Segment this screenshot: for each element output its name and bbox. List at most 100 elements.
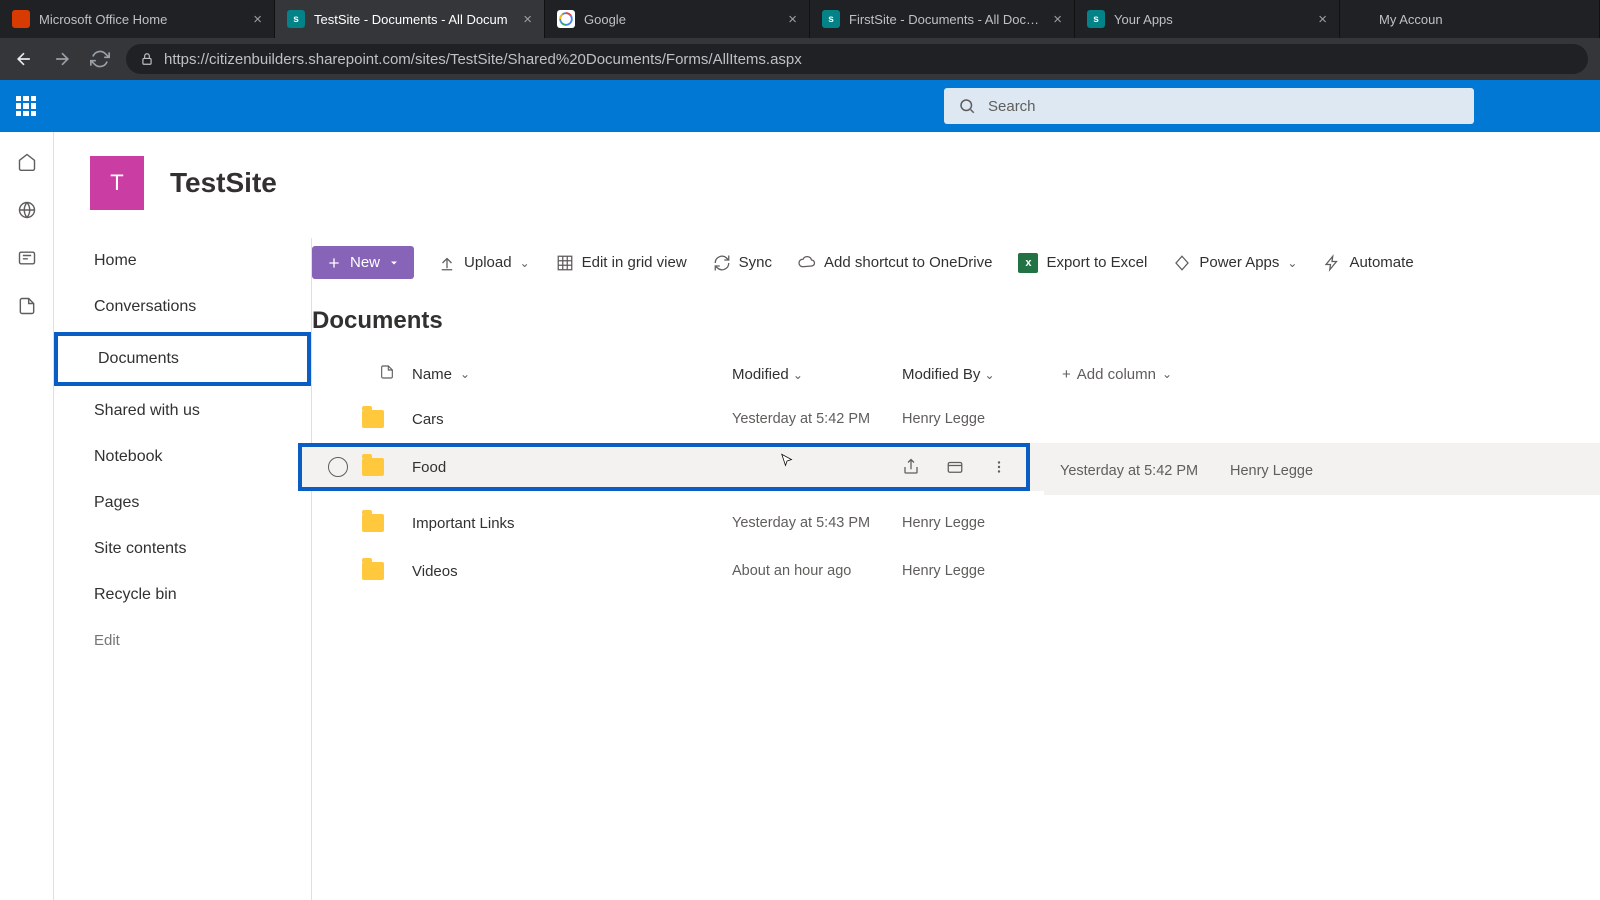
tab-title: FirstSite - Documents - All Docum <box>849 12 1040 27</box>
browser-chrome: Microsoft Office Home × s TestSite - Doc… <box>0 0 1600 80</box>
item-modified: Yesterday at 5:42 PM <box>1060 463 1230 479</box>
close-icon[interactable]: × <box>1318 11 1327 28</box>
folder-icon <box>362 458 384 476</box>
add-shortcut-button[interactable]: Add shortcut to OneDrive <box>796 248 994 278</box>
item-name[interactable]: Important Links <box>412 515 515 532</box>
file-type-header-icon[interactable] <box>362 363 412 385</box>
news-icon[interactable] <box>17 248 37 268</box>
item-modified-by: Henry Legge <box>902 411 1062 427</box>
nav-site-contents[interactable]: Site contents <box>54 526 311 572</box>
tab-yourapps[interactable]: s Your Apps × <box>1075 0 1340 38</box>
close-icon[interactable]: × <box>253 11 262 28</box>
sharepoint-icon: s <box>287 10 305 28</box>
column-modified-label: Modified <box>732 366 789 383</box>
edit-grid-button[interactable]: Edit in grid view <box>554 248 689 278</box>
automate-button[interactable]: Automate <box>1321 248 1415 278</box>
sync-label: Sync <box>739 254 772 271</box>
excel-icon: x <box>1018 253 1038 273</box>
item-modified: About an hour ago <box>732 563 902 579</box>
app-rail <box>0 132 54 900</box>
tab-firstsite[interactable]: s FirstSite - Documents - All Docum × <box>810 0 1075 38</box>
new-button[interactable]: New <box>312 246 414 279</box>
search-placeholder: Search <box>988 98 1036 115</box>
sharepoint-icon: s <box>1087 10 1105 28</box>
chevron-down-icon: ⌄ <box>520 256 530 270</box>
share-icon[interactable] <box>902 458 920 476</box>
list-item[interactable]: Cars Yesterday at 5:42 PM Henry Legge <box>312 395 1560 443</box>
automate-label: Automate <box>1349 254 1413 271</box>
url-text: https://citizenbuilders.sharepoint.com/s… <box>164 51 802 68</box>
folder-icon <box>362 514 384 532</box>
nav-conversations[interactable]: Conversations <box>54 284 311 330</box>
export-excel-button[interactable]: x Export to Excel <box>1016 247 1149 279</box>
site-name[interactable]: TestSite <box>170 167 277 199</box>
tab-active[interactable]: s TestSite - Documents - All Docum × <box>275 0 545 38</box>
column-modifiedby-label: Modified By <box>902 366 980 383</box>
column-name[interactable]: Name ⌄ <box>412 366 732 383</box>
app-launcher-icon[interactable] <box>16 96 36 116</box>
tab-title: Microsoft Office Home <box>39 12 240 27</box>
upload-label: Upload <box>464 254 512 271</box>
add-column-button[interactable]: + Add column ⌄ <box>1062 366 1232 383</box>
shortcut-label: Add shortcut to OneDrive <box>824 254 992 271</box>
tab-title: TestSite - Documents - All Docum <box>314 12 510 27</box>
automate-icon <box>1323 254 1341 272</box>
close-icon[interactable]: × <box>1053 11 1062 28</box>
document-list: Name ⌄ Modified ⌄ Modified By ⌄ + <box>312 353 1600 595</box>
column-modified-by[interactable]: Modified By ⌄ <box>902 366 1062 383</box>
search-box[interactable]: Search <box>944 88 1474 124</box>
powerapps-label: Power Apps <box>1199 254 1279 271</box>
globe-icon[interactable] <box>17 200 37 220</box>
url-box[interactable]: https://citizenbuilders.sharepoint.com/s… <box>126 44 1588 74</box>
nav-edit[interactable]: Edit <box>54 618 311 663</box>
list-item-hovered[interactable]: Food <box>298 443 1030 491</box>
column-modified[interactable]: Modified ⌄ <box>732 366 902 383</box>
nav-documents[interactable]: Documents <box>54 332 311 386</box>
tab-account[interactable]: My Accoun <box>1340 0 1600 38</box>
nav-recycle-bin[interactable]: Recycle bin <box>54 572 311 618</box>
files-icon[interactable] <box>17 296 37 316</box>
upload-icon <box>438 254 456 272</box>
tab-title: Google <box>584 12 775 27</box>
close-icon[interactable]: × <box>523 11 532 28</box>
site-logo[interactable]: T <box>90 156 144 210</box>
close-icon[interactable]: × <box>788 11 797 28</box>
item-modified: Yesterday at 5:42 PM <box>732 411 902 427</box>
power-apps-button[interactable]: Power Apps ⌄ <box>1171 248 1299 278</box>
tab-strip: Microsoft Office Home × s TestSite - Doc… <box>0 0 1600 38</box>
back-button[interactable] <box>12 47 36 71</box>
item-name[interactable]: Cars <box>412 411 444 428</box>
onedrive-icon <box>798 254 816 272</box>
item-name[interactable]: Videos <box>412 563 458 580</box>
list-item[interactable]: Important Links Yesterday at 5:43 PM Hen… <box>312 499 1560 547</box>
item-name[interactable]: Food <box>412 459 446 476</box>
sync-icon <box>713 254 731 272</box>
upload-button[interactable]: Upload ⌄ <box>436 248 532 278</box>
command-bar: New Upload ⌄ Edit in grid view Syn <box>312 238 1600 287</box>
chevron-down-icon: ⌄ <box>460 367 470 381</box>
reload-button[interactable] <box>88 47 112 71</box>
nav-home[interactable]: Home <box>54 238 311 284</box>
sync-button[interactable]: Sync <box>711 248 774 278</box>
list-header: Name ⌄ Modified ⌄ Modified By ⌄ + <box>312 353 1560 395</box>
nav-shared[interactable]: Shared with us <box>54 388 311 434</box>
tab-google[interactable]: Google × <box>545 0 810 38</box>
folder-icon <box>362 410 384 428</box>
microsoft-icon <box>1352 10 1370 28</box>
open-icon[interactable] <box>946 458 964 476</box>
lock-icon <box>140 52 154 66</box>
select-circle[interactable] <box>328 457 348 477</box>
nav-pages[interactable]: Pages <box>54 480 311 526</box>
item-modified-by: Henry Legge <box>1230 463 1390 479</box>
tab-office[interactable]: Microsoft Office Home × <box>0 0 275 38</box>
google-icon <box>557 10 575 28</box>
nav-notebook[interactable]: Notebook <box>54 434 311 480</box>
office-icon <box>12 10 30 28</box>
forward-button[interactable] <box>50 47 74 71</box>
grid-icon <box>556 254 574 272</box>
address-bar: https://citizenbuilders.sharepoint.com/s… <box>0 38 1600 80</box>
more-icon[interactable] <box>990 458 1008 476</box>
home-icon[interactable] <box>17 152 37 172</box>
search-icon <box>958 97 976 115</box>
list-item[interactable]: Videos About an hour ago Henry Legge <box>312 547 1560 595</box>
